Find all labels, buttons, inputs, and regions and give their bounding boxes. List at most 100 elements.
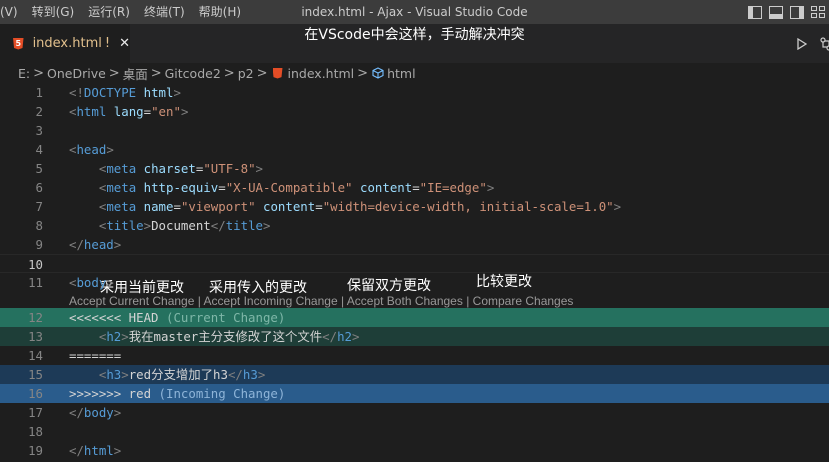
code-token: body — [83, 405, 114, 420]
tab-modified-marker: ! — [104, 36, 111, 51]
code-token: >>>>>>> red — [69, 386, 159, 401]
code-editor[interactable]: Accept Current Change | Accept Incoming … — [0, 83, 829, 462]
code-token: = — [315, 199, 323, 214]
code-token: </ — [69, 443, 84, 458]
code-line[interactable]: 6 <meta http-equiv="X-UA-Compatible" con… — [0, 178, 829, 197]
tab-index-html[interactable]: 5 index.html ! ✕ — [0, 24, 130, 63]
line-number: 16 — [28, 386, 43, 401]
layout-panel-icon[interactable] — [769, 5, 783, 19]
line-number: 15 — [28, 367, 43, 382]
line-number: 6 — [35, 180, 43, 195]
breadcrumb-file[interactable]: index.html — [288, 66, 355, 81]
line-number: 19 — [28, 443, 43, 458]
code-line[interactable]: 5 <meta charset="UTF-8"> — [0, 159, 829, 178]
code-text: <<<<<<< HEAD (Current Change) — [69, 308, 285, 327]
code-line[interactable]: 18 — [0, 422, 829, 441]
breadcrumb-symbol[interactable]: html — [387, 66, 415, 81]
line-number: 4 — [35, 142, 43, 157]
menu-view[interactable]: (V) — [0, 0, 25, 24]
code-text: >>>>>>> red (Incoming Change) — [69, 384, 285, 403]
code-token: > — [113, 237, 122, 252]
code-token: "en" — [151, 104, 181, 119]
code-token: > — [113, 405, 122, 420]
line-number: 10 — [28, 257, 43, 272]
code-token: > — [255, 161, 263, 176]
code-text: <!DOCTYPE html> — [69, 83, 181, 102]
compare-changes-link[interactable]: Compare Changes — [473, 294, 574, 308]
code-token: > — [613, 199, 622, 214]
code-token: h3 — [106, 367, 122, 382]
code-line[interactable]: 4 <head> — [0, 140, 829, 159]
code-token: Document — [151, 218, 211, 233]
code-token: > — [106, 142, 114, 157]
breadcrumb-desktop[interactable]: 桌面 — [123, 64, 148, 83]
code-token: name — [143, 199, 174, 214]
menu-go[interactable]: 转到(G) — [25, 0, 82, 24]
code-line[interactable]: 10 — [0, 254, 829, 273]
code-token: head — [76, 142, 107, 157]
code-token: = — [218, 180, 226, 195]
chevron-right-icon: > — [33, 65, 45, 81]
line-number: 12 — [28, 310, 43, 325]
code-line[interactable]: 1 <!DOCTYPE html> — [0, 83, 829, 102]
code-line[interactable]: 7 <meta name="viewport" content="width=d… — [0, 197, 829, 216]
line-number: 9 — [35, 237, 43, 252]
accept-both-changes-link[interactable]: Accept Both Changes — [347, 294, 463, 308]
code-line[interactable]: 19 </html> — [0, 441, 829, 460]
run-icon[interactable] — [797, 38, 807, 50]
code-line[interactable]: 16 >>>>>>> red (Incoming Change) — [0, 384, 829, 403]
code-text: </head> — [69, 235, 121, 254]
code-token: ======= — [69, 348, 122, 363]
layout-sidebar-icon[interactable] — [748, 5, 762, 19]
code-line[interactable]: 12 <<<<<<< HEAD (Current Change) — [0, 308, 829, 327]
code-token: red分支增加了h3 — [128, 367, 228, 382]
code-text: <meta name="viewport" content="width=dev… — [69, 197, 621, 216]
code-line[interactable]: 15 <h3>red分支增加了h3</h3> — [0, 365, 829, 384]
code-token: > — [352, 329, 360, 344]
code-token: "UTF-8" — [203, 161, 256, 176]
code-token: "viewport" — [180, 199, 263, 214]
breadcrumb-onedrive[interactable]: OneDrive — [47, 66, 106, 81]
code-text: <meta charset="UTF-8"> — [69, 159, 263, 178]
branch-compare-icon[interactable] — [820, 37, 829, 51]
breadcrumb-p2[interactable]: p2 — [238, 66, 254, 81]
code-token: > — [180, 104, 189, 119]
code-text: <h2>我在master主分支修改了这个文件</h2> — [69, 327, 360, 346]
code-line[interactable]: 17 </body> — [0, 403, 829, 422]
code-token: (Current Change) — [165, 310, 286, 325]
menu-help[interactable]: 帮助(H) — [192, 0, 248, 24]
code-token: > — [113, 443, 122, 458]
customize-layout-icon[interactable] — [811, 5, 825, 19]
code-token: h3 — [242, 367, 258, 382]
code-line[interactable]: 3 — [0, 121, 829, 140]
line-number: 18 — [28, 424, 43, 439]
code-token: "width=device-width, initial-scale=1.0" — [322, 199, 614, 214]
code-token: 我在master主分支修改了这个文件 — [128, 329, 323, 344]
code-token: > — [173, 85, 181, 100]
code-line[interactable]: 11 <body> — [0, 273, 829, 292]
code-token: html — [143, 85, 174, 100]
layout-controls — [748, 0, 829, 24]
code-token: html — [83, 443, 114, 458]
line-number: 14 — [28, 348, 43, 363]
code-text: <h3>red分支增加了h3</h3> — [69, 365, 265, 384]
code-line[interactable]: 14 ======= — [0, 346, 829, 365]
breadcrumb-gitcode2[interactable]: Gitcode2 — [165, 66, 221, 81]
code-token: = — [412, 180, 420, 195]
code-line[interactable]: 2 <html lang="en"> — [0, 102, 829, 121]
title-bar: (V) 转到(G) 运行(R) 终端(T) 帮助(H) index.html -… — [0, 0, 829, 24]
code-token: title — [225, 218, 264, 233]
code-line[interactable]: 8 <title>Document</title> — [0, 216, 829, 235]
close-icon[interactable]: ✕ — [119, 36, 130, 51]
code-line[interactable]: 13 <h2>我在master主分支修改了这个文件</h2> — [0, 327, 829, 346]
code-text: ======= — [69, 346, 121, 365]
breadcrumb-drive[interactable]: E: — [18, 66, 30, 81]
code-line[interactable]: 9 </head> — [0, 235, 829, 254]
menu-run[interactable]: 运行(R) — [81, 0, 137, 24]
menu-terminal[interactable]: 终端(T) — [137, 0, 192, 24]
code-token: </ — [227, 367, 243, 382]
layout-sidebar-right-icon[interactable] — [790, 5, 804, 19]
code-token: </ — [210, 218, 226, 233]
